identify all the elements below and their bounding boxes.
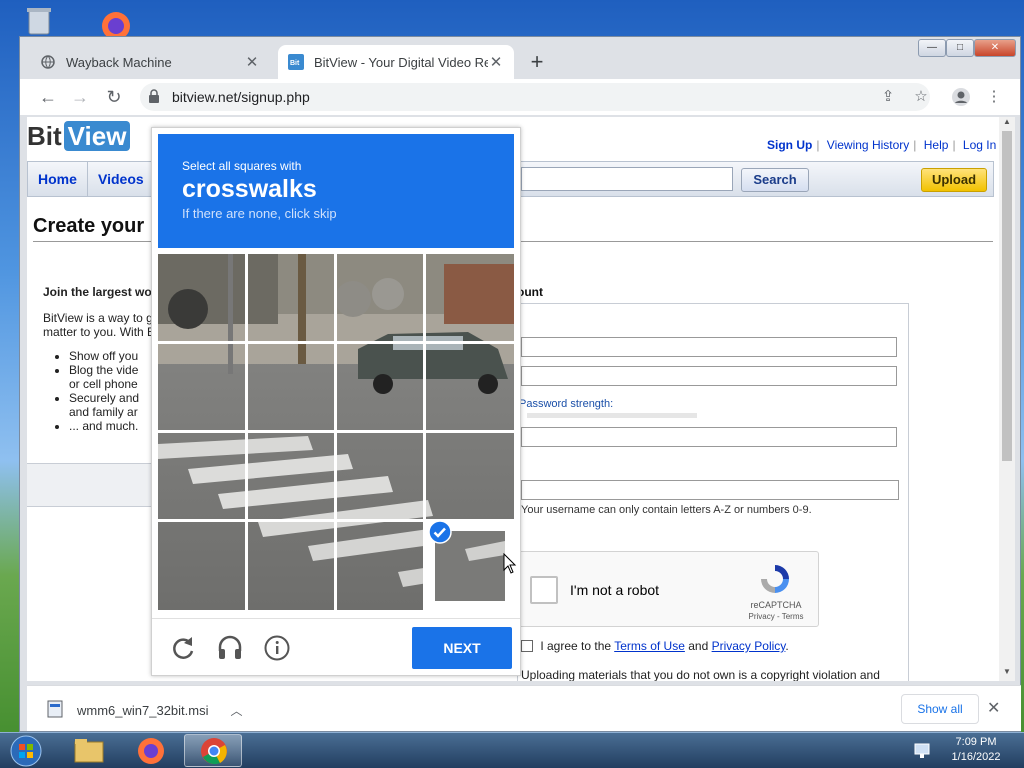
log-in-link[interactable]: Log In <box>963 138 996 152</box>
search-button[interactable]: Search <box>741 168 809 192</box>
system-clock[interactable]: 7:09 PM 1/16/2022 <box>936 735 1016 765</box>
tab-title: Wayback Machine <box>66 54 172 70</box>
page-scrollbar[interactable]: ▲ ▼ <box>999 117 1015 681</box>
new-tab-button[interactable]: + <box>524 51 550 75</box>
tab-strip: Wayback Machine ✕ Bit BitView - Your Dig… <box>20 37 1020 79</box>
recaptcha-brand: reCAPTCHA <box>750 600 802 610</box>
viewing-history-link[interactable]: Viewing History <box>827 138 909 152</box>
minimize-button[interactable]: — <box>918 39 946 57</box>
challenge-footer: NEXT <box>152 618 520 676</box>
start-button[interactable] <box>6 734 46 768</box>
tab-wayback-machine[interactable]: Wayback Machine ✕ <box>30 45 270 79</box>
recaptcha-checkbox[interactable] <box>530 576 558 604</box>
menu-kebab-icon[interactable]: ⋮ <box>982 85 1006 109</box>
close-tab-icon[interactable]: ✕ <box>244 53 260 71</box>
top-links: Sign Up | Viewing History | Help | Log In <box>767 138 997 152</box>
challenge-image-grid <box>158 254 514 610</box>
download-item[interactable]: wmm6_win7_32bit.msi ︿ <box>47 700 243 721</box>
lock-icon <box>148 88 162 106</box>
close-tab-icon[interactable]: ✕ <box>488 53 504 71</box>
maximize-button[interactable]: □ <box>946 39 974 57</box>
msi-file-icon <box>47 700 63 721</box>
upload-button[interactable]: Upload <box>921 168 987 192</box>
agree-suffix: . <box>785 639 789 653</box>
recaptcha-label: I'm not a robot <box>570 582 660 598</box>
challenge-keyword: crosswalks <box>182 175 317 203</box>
globe-icon <box>40 54 56 70</box>
and-text: and <box>688 639 709 653</box>
tab-title: BitView - Your Digital Video Repository <box>314 54 488 70</box>
info-icon[interactable] <box>264 635 290 661</box>
address-bar[interactable]: bitview.net/signup.php <box>140 83 930 111</box>
next-button[interactable]: NEXT <box>412 627 512 669</box>
challenge-instruction: Select all squares with <box>182 159 302 173</box>
password-field[interactable] <box>521 366 897 386</box>
taskbar-firefox[interactable] <box>122 734 180 767</box>
scroll-up-icon[interactable]: ▲ <box>999 117 1015 129</box>
close-window-button[interactable]: ✕ <box>974 39 1016 57</box>
scroll-down-icon[interactable]: ▼ <box>999 667 1015 679</box>
captcha-challenge: Select all squares with crosswalks If th… <box>151 127 521 676</box>
bitview-logo[interactable]: Bit View <box>27 121 131 152</box>
password-strength-label: Password strength: <box>519 398 614 410</box>
reload-challenge-icon[interactable] <box>170 635 196 661</box>
email-field[interactable] <box>521 337 897 357</box>
username-hint: Your username can only contain letters A… <box>521 504 812 516</box>
privacy-link[interactable]: Privacy Policy <box>712 639 786 653</box>
profile-avatar-icon[interactable] <box>949 85 973 109</box>
browser-toolbar: ← → ↻ bitview.net/signup.php ⇪ ☆ ⋮ <box>20 79 1020 115</box>
username-field[interactable] <box>521 480 899 500</box>
back-icon[interactable]: ← <box>36 85 60 109</box>
share-icon[interactable]: ⇪ <box>876 85 900 109</box>
bookmark-star-icon[interactable]: ☆ <box>909 85 933 109</box>
chevron-up-icon[interactable]: ︿ <box>231 702 243 719</box>
logo-bit: Bit <box>27 121 62 151</box>
agree-terms-row: I agree to the Terms of Use and Privacy … <box>521 639 789 653</box>
agree-text: I agree to the <box>540 639 612 653</box>
recaptcha-widget: I'm not a robot reCAPTCHA Privacy - Term… <box>517 551 819 627</box>
taskbar-chrome[interactable] <box>184 734 242 767</box>
url-text: bitview.net/signup.php <box>172 89 310 105</box>
show-all-button[interactable]: Show all <box>901 694 979 724</box>
nav-videos[interactable]: Videos <box>88 162 155 196</box>
password-strength-bar <box>527 413 697 418</box>
download-filename: wmm6_win7_32bit.msi <box>77 703 209 718</box>
bitview-favicon-icon: Bit <box>288 54 304 70</box>
close-downloads-icon[interactable]: ✕ <box>987 698 1000 718</box>
forward-icon[interactable]: → <box>68 85 92 109</box>
copyright-warning: Uploading materials that you do not own … <box>521 668 880 681</box>
recaptcha-links[interactable]: Privacy - Terms <box>744 612 808 621</box>
taskbar-explorer[interactable] <box>60 734 118 767</box>
network-tray-icon[interactable] <box>912 741 932 761</box>
logo-view: View <box>63 121 131 151</box>
clock-time: 7:09 PM <box>955 736 997 748</box>
challenge-skip-hint: If there are none, click skip <box>182 206 337 221</box>
account-heading: ount <box>517 285 543 299</box>
sign-up-link[interactable]: Sign Up <box>767 138 812 152</box>
nav-home[interactable]: Home <box>28 162 88 196</box>
audio-challenge-icon[interactable] <box>216 635 242 661</box>
svg-text:Bit: Bit <box>290 60 300 67</box>
terms-link[interactable]: Terms of Use <box>614 639 685 653</box>
clock-date: 1/16/2022 <box>951 751 1001 763</box>
page-title: Create your <box>33 215 145 237</box>
firefox-desktop-icon[interactable] <box>94 6 136 40</box>
scroll-thumb[interactable] <box>1002 131 1012 461</box>
agree-checkbox[interactable] <box>521 640 533 652</box>
taskbar: 7:09 PM 1/16/2022 <box>0 732 1024 768</box>
help-link[interactable]: Help <box>924 138 949 152</box>
mouse-cursor-icon <box>503 552 517 580</box>
tab-bitview[interactable]: Bit BitView - Your Digital Video Reposit… <box>278 45 514 79</box>
search-input[interactable] <box>521 167 733 191</box>
challenge-header: Select all squares with crosswalks If th… <box>158 134 514 248</box>
recaptcha-logo-icon <box>758 562 792 596</box>
recycle-bin-icon[interactable] <box>22 6 56 36</box>
confirm-password-field[interactable] <box>521 427 897 447</box>
selected-check-icon <box>428 520 452 544</box>
downloads-bar: wmm6_win7_32bit.msi ︿ Show all ✕ <box>27 685 1021 731</box>
reload-icon[interactable]: ↻ <box>102 85 126 109</box>
